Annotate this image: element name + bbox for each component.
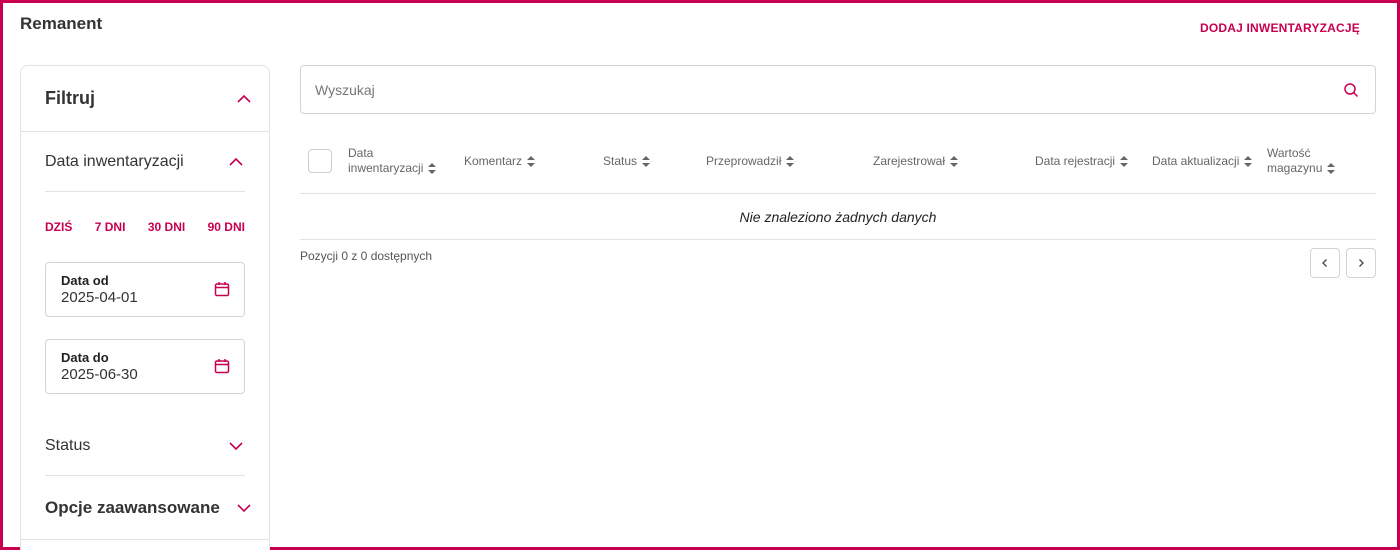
status-section-label: Status [45,436,91,454]
select-all-checkbox[interactable] [308,149,332,173]
date-section-label: Data inwentaryzacji [45,152,184,170]
column-przeprowadzil[interactable]: Przeprowadził [706,140,795,182]
column-label: Data rejestracji [1035,153,1116,168]
sort-icon[interactable] [786,155,795,167]
sort-icon[interactable] [527,155,536,167]
search-icon[interactable] [1343,82,1359,98]
filter-header[interactable]: Filtruj [21,66,269,132]
column-wartosc-magazynu[interactable]: Wartość magazynu [1267,140,1347,182]
column-label: Przeprowadził [706,153,782,168]
chevron-left-icon [1322,259,1327,267]
sort-icon[interactable] [428,163,437,175]
chevron-down-icon[interactable] [235,499,253,517]
pagination-info: Pozycji 0 z 0 dostępnych [300,249,433,263]
date-from-value[interactable]: 2025-04-01 [61,289,229,306]
column-label: Zarejestrował [873,153,946,168]
date-to-value[interactable]: 2025-06-30 [61,366,229,383]
column-label: Status [603,153,638,168]
column-label: Wartość magazynu [1267,146,1323,175]
range-90-days-button[interactable]: 90 DNI [208,220,245,234]
column-data-rejestracji[interactable]: Data rejestracji [1035,140,1129,182]
add-inventory-button[interactable]: DODAJ INWENTARYZACJĘ [1200,21,1360,35]
calendar-icon[interactable] [214,358,230,374]
advanced-options-label: Opcje zaawansowane [45,497,220,517]
page-title: Remanent [20,14,103,33]
quick-range-buttons: DZIŚ 7 DNI 30 DNI 90 DNI [45,220,245,234]
sort-icon[interactable] [1327,163,1336,175]
date-section-header[interactable]: Data inwentaryzacji [45,132,245,192]
date-filter-section: Data inwentaryzacji DZIŚ 7 DNI 30 DNI 90… [45,132,245,476]
empty-table-message: Nie znaleziono żadnych danych [300,194,1376,240]
chevron-up-icon[interactable] [227,153,245,171]
column-komentarz[interactable]: Komentarz [464,140,536,182]
search-input[interactable] [301,66,1343,113]
date-from-label: Data od [61,273,109,288]
column-label: Data aktualizacji [1152,153,1240,168]
search-bar [300,65,1376,114]
sort-icon[interactable] [1244,155,1253,167]
column-data-inwentaryzacji[interactable]: Data inwentaryzacji [348,140,448,182]
date-from-field[interactable]: Data od 2025-04-01 [45,262,245,317]
calendar-icon[interactable] [214,281,230,297]
filter-title: Filtruj [45,88,95,108]
range-30-days-button[interactable]: 30 DNI [148,220,185,234]
column-label: Komentarz [464,153,523,168]
date-to-label: Data do [61,350,109,365]
status-section-header[interactable]: Status [45,416,245,476]
table-header: Data inwentaryzacji Komentarz Status Prz… [300,140,1376,194]
range-today-button[interactable]: DZIŚ [45,220,72,234]
column-status[interactable]: Status [603,140,651,182]
chevron-up-icon[interactable] [235,90,253,108]
sort-icon[interactable] [642,155,651,167]
previous-page-button[interactable] [1310,248,1340,278]
column-zarejestrowal[interactable]: Zarejestrował [873,140,959,182]
column-label: Data inwentaryzacji [348,146,424,175]
date-to-field[interactable]: Data do 2025-06-30 [45,339,245,394]
column-data-aktualizacji[interactable]: Data aktualizacji [1152,140,1253,182]
sort-icon[interactable] [950,155,959,167]
chevron-right-icon [1359,259,1364,267]
next-page-button[interactable] [1346,248,1376,278]
range-7-days-button[interactable]: 7 DNI [95,220,126,234]
advanced-options-header[interactable]: Opcje zaawansowane [21,476,269,540]
filter-sidebar: Filtruj Data inwentaryzacji DZIŚ 7 DNI 3… [20,65,270,550]
chevron-down-icon[interactable] [227,437,245,455]
sort-icon[interactable] [1120,155,1129,167]
